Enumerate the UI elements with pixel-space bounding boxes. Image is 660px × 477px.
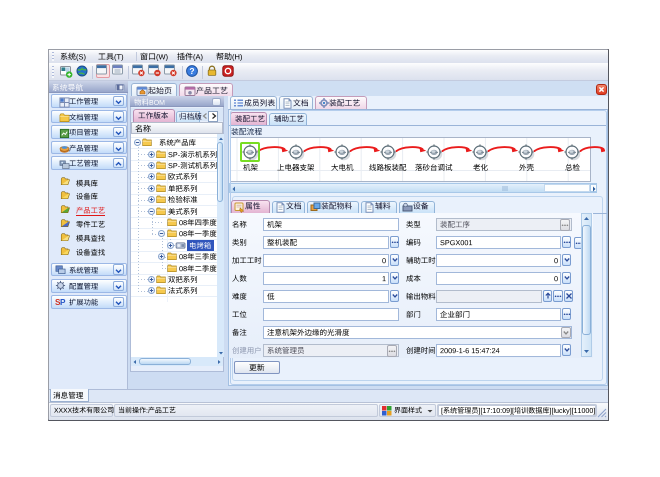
svg-text:?: ?	[189, 66, 194, 76]
svg-text:P: P	[60, 298, 66, 307]
